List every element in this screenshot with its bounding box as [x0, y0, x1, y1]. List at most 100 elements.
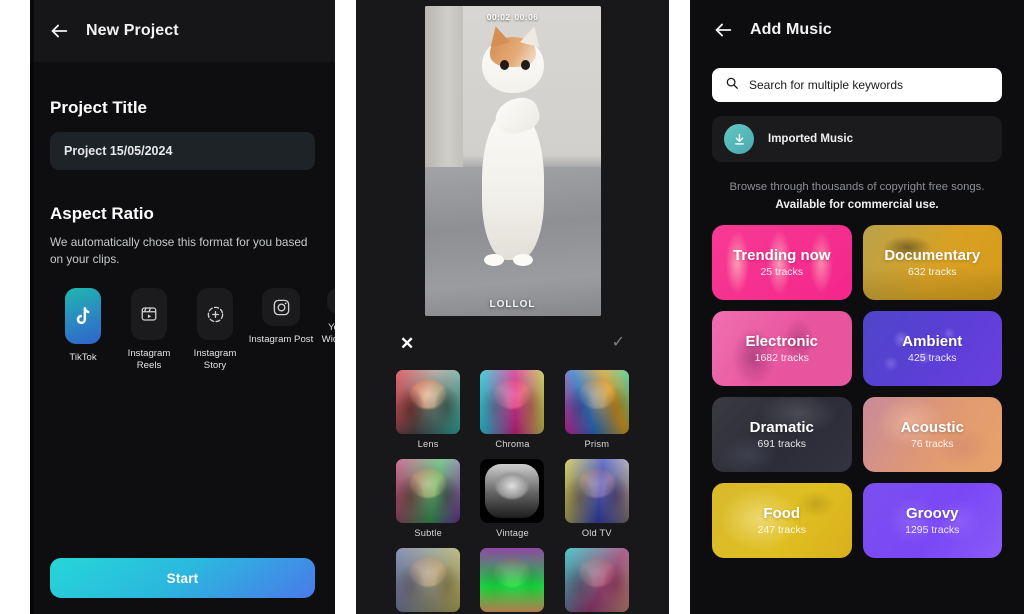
add-music-appbar: Add Music — [690, 0, 1024, 60]
filter-item-vintage[interactable]: Vintage — [480, 459, 545, 538]
aspect-ratio-label: TikTok — [69, 352, 97, 364]
filter-label: Vintage — [496, 528, 529, 538]
genre-card-groovy[interactable]: Groovy 1295 tracks — [862, 483, 1002, 559]
tiktok-icon — [65, 288, 101, 345]
filter-toolbar: ✕ ✓ — [356, 324, 669, 362]
aspect-ratio-label: Instagram Story — [193, 348, 237, 372]
aspect-ratio-option-instagram-reels[interactable]: Instagram Reels — [116, 288, 182, 372]
genre-name: Documentary — [884, 247, 981, 265]
imported-music-row[interactable]: Imported Music — [712, 116, 1002, 162]
filter-label: Prism — [584, 439, 610, 449]
aspect-ratio-option-tiktok[interactable]: TikTok — [50, 288, 116, 364]
video-current-time: 00:02 — [486, 12, 511, 22]
filter-thumbnail — [480, 548, 545, 612]
genre-grid: Trending now 25 tracks Documentary 632 t… — [712, 225, 1002, 559]
page-title: New Project — [86, 22, 179, 39]
filter-item-row3-3[interactable] — [564, 548, 629, 612]
project-title-heading: Project Title — [50, 98, 147, 117]
filter-label: Old TV — [581, 528, 612, 538]
genre-card-food[interactable]: Food 247 tracks — [712, 483, 852, 559]
video-total-time: 00:06 — [514, 12, 539, 22]
aspect-ratio-label: Instagram Post — [248, 334, 314, 346]
filter-item-old-tv[interactable]: Old TV — [564, 459, 629, 538]
new-project-appbar: New Project — [30, 0, 335, 62]
aspect-ratio-heading: Aspect Ratio — [50, 204, 154, 223]
video-preview[interactable]: 00:02 00:06 LOLLOL — [424, 6, 601, 316]
genre-track-count: 76 tracks — [910, 438, 954, 451]
panel-left-edge — [30, 0, 34, 614]
filter-item-subtle[interactable]: Subtle — [396, 459, 461, 538]
instagram-post-icon — [262, 288, 300, 327]
music-blurb-line1: Browse through thousands of copyright fr… — [729, 181, 985, 193]
download-icon — [724, 124, 754, 154]
filter-item-chroma[interactable]: Chroma — [480, 370, 545, 449]
genre-name: Electronic — [745, 333, 819, 351]
filter-thumbnail — [564, 548, 629, 612]
back-arrow-icon[interactable] — [48, 20, 70, 42]
search-bar[interactable]: Search for multiple keywords — [712, 68, 1002, 102]
genre-track-count: 25 tracks — [760, 266, 804, 279]
genre-name: Dramatic — [749, 419, 814, 437]
filter-thumbnail — [396, 548, 461, 612]
genre-card-documentary[interactable]: Documentary 632 tracks — [862, 225, 1002, 301]
aspect-ratio-options: TikTok Instagram Reels Instagram Story I… — [50, 288, 335, 372]
aspect-ratio-option-youtube[interactable]: YouTube Widescreen — [314, 288, 335, 346]
aspect-ratio-description: We automatically chose this format for y… — [50, 235, 308, 267]
instagram-story-icon — [197, 288, 233, 341]
filter-label: Subtle — [414, 528, 442, 538]
genre-track-count: 691 tracks — [757, 438, 806, 451]
close-icon[interactable]: ✕ — [400, 335, 414, 352]
genre-card-dramatic[interactable]: Dramatic 691 tracks — [712, 397, 852, 473]
video-timestamps: 00:02 00:06 — [425, 12, 601, 22]
filter-thumbnail — [396, 459, 461, 523]
panel-add-music: Add Music Search for multiple keywords I… — [690, 0, 1024, 614]
instagram-reels-icon — [131, 288, 167, 341]
panel-gap-1 — [335, 0, 356, 614]
filter-label: Chroma — [495, 439, 530, 449]
search-icon — [725, 76, 739, 95]
panel-filters: 00:02 00:06 LOLLOL ✕ ✓ Lens Chroma Prism… — [356, 0, 669, 614]
aspect-ratio-label: YouTube Widescreen — [321, 322, 335, 346]
genre-track-count: 1682 tracks — [754, 352, 809, 365]
start-button[interactable]: Start — [50, 558, 315, 598]
genre-track-count: 632 tracks — [908, 266, 957, 279]
genre-name: Groovy — [905, 505, 959, 523]
project-title-input[interactable]: Project 15/05/2024 — [50, 132, 315, 170]
genre-card-acoustic[interactable]: Acoustic 76 tracks — [862, 397, 1002, 473]
page-title: Add Music — [750, 21, 832, 38]
genre-track-count: 247 tracks — [757, 524, 806, 537]
panel-gap-2 — [669, 0, 690, 614]
filter-grid: Lens Chroma Prism Subtle Vintage Old TV — [356, 362, 669, 612]
filter-item-prism[interactable]: Prism — [564, 370, 629, 449]
aspect-ratio-label: Instagram Reels — [127, 348, 171, 372]
video-door — [424, 6, 464, 174]
video-caption: LOLLOL — [489, 299, 536, 310]
genre-card-electronic[interactable]: Electronic 1682 tracks — [712, 311, 852, 387]
filter-item-lens[interactable]: Lens — [396, 370, 461, 449]
genre-card-trending-now[interactable]: Trending now 25 tracks — [712, 225, 852, 301]
check-icon[interactable]: ✓ — [612, 335, 625, 351]
search-input[interactable]: Search for multiple keywords — [749, 78, 903, 92]
new-project-body: Project Title Project 15/05/2024 Aspect … — [30, 98, 335, 372]
music-blurb: Browse through thousands of copyright fr… — [718, 180, 996, 211]
genre-name: Trending now — [733, 247, 831, 265]
panel-new-project: New Project Project Title Project 15/05/… — [30, 0, 335, 614]
genre-name: Food — [763, 505, 801, 523]
genre-card-ambient[interactable]: Ambient 425 tracks — [862, 311, 1002, 387]
aspect-ratio-option-instagram-post[interactable]: Instagram Post — [248, 288, 314, 346]
filter-thumbnail — [564, 459, 629, 523]
genre-track-count: 425 tracks — [908, 352, 957, 365]
aspect-ratio-option-instagram-story[interactable]: Instagram Story — [182, 288, 248, 372]
filter-item-row3-2[interactable] — [480, 548, 545, 612]
filter-item-row3-1[interactable] — [396, 548, 461, 612]
filter-thumbnail — [564, 370, 629, 434]
filter-thumbnail — [480, 370, 545, 434]
back-arrow-icon[interactable] — [712, 19, 734, 41]
genre-name: Ambient — [902, 333, 963, 351]
genre-name: Acoustic — [900, 419, 964, 437]
filter-thumbnail — [480, 459, 545, 523]
youtube-icon — [327, 288, 335, 315]
filter-label: Lens — [417, 439, 439, 449]
music-blurb-line2: Available for commercial use. — [775, 198, 939, 212]
genre-track-count: 1295 tracks — [905, 524, 960, 537]
